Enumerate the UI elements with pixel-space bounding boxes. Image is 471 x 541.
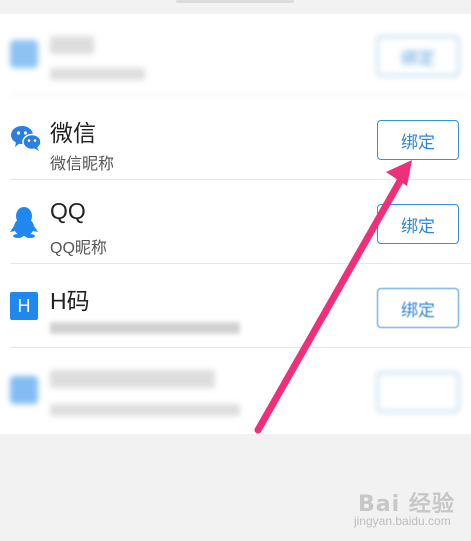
qq-bind-button[interactable]: 绑定 (377, 204, 459, 244)
blurred-subtitle-bar (50, 404, 240, 416)
account-row-blurred-bottom (0, 350, 471, 432)
qq-title: QQ (50, 198, 86, 224)
wechat-title: 微信 (50, 120, 96, 146)
bind-button[interactable]: 绑定 (377, 36, 459, 76)
account-row-wechat: 微信 微信昵称 绑定 (0, 98, 471, 180)
row-divider (10, 263, 471, 264)
blurred-subtitle-bar (50, 68, 145, 80)
blue-app-icon (10, 40, 38, 68)
account-row-blurred-top: 绑定 (0, 14, 471, 96)
blurred-subtitle-bar (50, 322, 240, 334)
blurred-button[interactable] (377, 372, 459, 412)
blurred-title-bar (50, 36, 94, 54)
blurred-title-bar (50, 370, 215, 388)
baidu-jingyan-watermark: Bai 经验 jingyan.baidu.com (352, 486, 467, 536)
qq-nickname: QQ昵称 (50, 240, 107, 257)
qq-penguin-icon (10, 206, 38, 238)
h-code-title: H码 (50, 288, 90, 314)
wechat-icon (10, 124, 42, 152)
h-code-bind-button[interactable]: 绑定 (377, 288, 459, 328)
row-divider (10, 95, 471, 96)
watermark-url: jingyan.baidu.com (354, 514, 451, 528)
wechat-bind-button[interactable]: 绑定 (377, 120, 459, 160)
account-binding-list: 绑定 微信 微信昵称 绑定 QQ QQ昵称 绑定 H H码 绑定 (0, 14, 471, 434)
h-code-icon: H (10, 292, 38, 320)
account-row-h-code: H H码 绑定 (0, 266, 471, 348)
account-row-qq: QQ QQ昵称 绑定 (0, 182, 471, 264)
top-divider (176, 0, 294, 3)
wechat-nickname: 微信昵称 (50, 156, 115, 173)
row-divider (10, 179, 471, 180)
blue-app-icon (10, 376, 38, 404)
row-divider (10, 347, 471, 348)
